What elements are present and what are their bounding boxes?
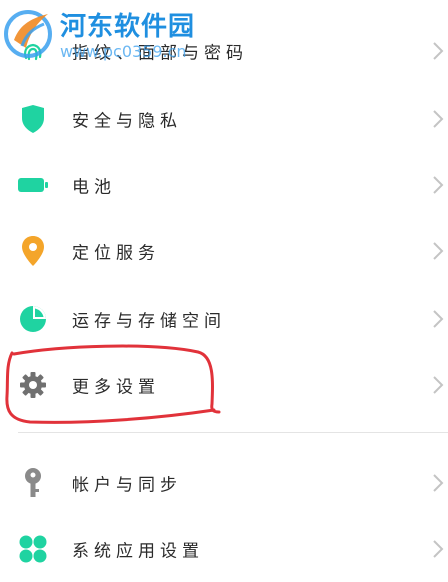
settings-item-location-services[interactable]: 定位服务: [0, 218, 448, 284]
chevron-right-icon: [433, 110, 444, 128]
chevron-right-icon: [433, 42, 444, 60]
key-icon: [16, 466, 50, 500]
chevron-right-icon: [433, 310, 444, 328]
storage-pie-icon: [16, 302, 50, 336]
settings-item-system-app-settings[interactable]: 系统应用设置: [0, 516, 448, 582]
settings-item-label: 定位服务: [72, 243, 160, 264]
settings-item-label: 系统应用设置: [72, 541, 204, 562]
settings-item-accounts-sync[interactable]: 帐户与同步: [0, 450, 448, 516]
settings-item-fingerprint-face-password[interactable]: 指纹、面部与密码: [0, 18, 448, 84]
chevron-right-icon: [433, 176, 444, 194]
gear-icon: [16, 368, 50, 402]
apps-grid-icon: [16, 532, 50, 566]
shield-icon: [16, 102, 50, 136]
settings-list: 指纹、面部与密码 安全与隐私 电池 定位服务 运存与存储空间 更多设置 帐户与同…: [0, 0, 448, 575]
settings-item-memory-storage[interactable]: 运存与存储空间: [0, 286, 448, 352]
settings-item-label: 安全与隐私: [72, 111, 182, 132]
battery-icon: [16, 168, 50, 202]
chevron-right-icon: [433, 376, 444, 394]
location-pin-icon: [16, 234, 50, 268]
settings-item-security-privacy[interactable]: 安全与隐私: [0, 86, 448, 152]
settings-item-label: 指纹、面部与密码: [72, 43, 248, 64]
settings-item-battery[interactable]: 电池: [0, 152, 448, 218]
section-divider: [18, 432, 448, 433]
settings-item-label: 运存与存储空间: [72, 311, 226, 332]
fingerprint-icon: [16, 34, 50, 68]
settings-item-more-settings[interactable]: 更多设置: [0, 352, 448, 418]
chevron-right-icon: [433, 242, 444, 260]
chevron-right-icon: [433, 474, 444, 492]
settings-item-label: 更多设置: [72, 377, 160, 398]
chevron-right-icon: [433, 540, 444, 558]
settings-item-label: 帐户与同步: [72, 475, 182, 496]
settings-item-label: 电池: [72, 177, 116, 198]
